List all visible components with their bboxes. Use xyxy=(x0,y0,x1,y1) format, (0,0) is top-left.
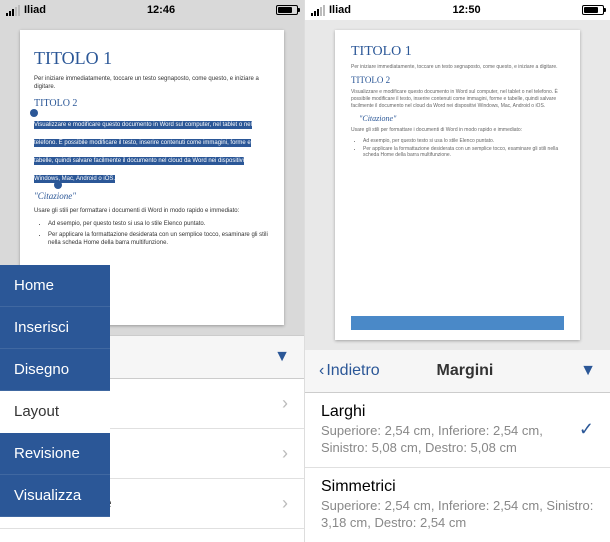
selection-handle-start[interactable] xyxy=(30,109,38,117)
selection-handle-end[interactable] xyxy=(54,181,62,189)
signal-icon xyxy=(6,5,20,16)
status-bar: Iliad 12:50 xyxy=(305,0,610,20)
ribbon-tab-menu: Home Inserisci Disegno Layout Revisione … xyxy=(0,265,110,517)
paragraph: Usare gli stili per formattare i documen… xyxy=(351,127,564,134)
battery-icon xyxy=(276,5,298,15)
carrier: Iliad xyxy=(24,4,46,16)
tab-insert[interactable]: Inserisci xyxy=(0,307,110,349)
paragraph: Usare gli stili per formattare i documen… xyxy=(34,207,270,215)
heading-2: TITOLO 2 xyxy=(34,98,270,109)
collapse-panel-icon[interactable]: ▼ xyxy=(274,348,290,366)
margins-option-mirror[interactable]: Simmetrici Superiore: 2,54 cm, Inferiore… xyxy=(305,468,610,542)
list-item: Per applicare la formattazione desiderat… xyxy=(48,232,270,248)
battery-icon xyxy=(582,5,604,15)
paragraph: Per iniziare immediatamente, toccare un … xyxy=(34,75,270,92)
tab-home[interactable]: Home xyxy=(0,265,110,307)
collapse-panel-icon[interactable]: ▼ xyxy=(580,362,596,380)
citation: "Citazione" xyxy=(359,114,564,123)
heading-1: TITOLO 1 xyxy=(34,48,270,69)
list-item: Per applicare la formattazione desiderat… xyxy=(363,146,564,158)
phone-left: Iliad 12:46 TITOLO 1 Per iniziare immedi… xyxy=(0,0,305,542)
panel-row-breaks[interactable]: Interruzioni› xyxy=(0,529,304,542)
panel-header: ‹ Indietro Margini ▼ xyxy=(305,350,610,393)
status-bar: Iliad 12:46 xyxy=(0,0,304,20)
chevron-left-icon: ‹ xyxy=(319,362,324,380)
page-footer-bar xyxy=(351,316,564,330)
margins-option-wide[interactable]: Larghi Superiore: 2,54 cm, Inferiore: 2,… xyxy=(305,393,610,468)
signal-icon xyxy=(311,5,325,16)
tab-draw[interactable]: Disegno xyxy=(0,349,110,391)
carrier: Iliad xyxy=(329,4,351,16)
phone-right: Iliad 12:50 TITOLO 1 Per iniziare immedi… xyxy=(305,0,610,542)
chevron-right-icon: › xyxy=(282,393,288,414)
tab-layout[interactable]: Layout xyxy=(0,391,110,433)
clock: 12:46 xyxy=(147,4,175,16)
chevron-right-icon: › xyxy=(282,443,288,464)
tab-view[interactable]: Visualizza xyxy=(0,475,110,517)
checkmark-icon: ✓ xyxy=(579,419,594,440)
selected-text[interactable]: Visualizzare e modificare questo documen… xyxy=(34,121,252,183)
chevron-right-icon: › xyxy=(282,493,288,514)
heading-1: TITOLO 1 xyxy=(351,44,564,60)
list-item: Ad esempio, per questo testo si usa lo s… xyxy=(48,221,270,229)
paragraph: Visualizzare e modificare questo documen… xyxy=(351,89,564,110)
document-area[interactable]: TITOLO 1 Per iniziare immediatamente, to… xyxy=(305,20,610,350)
heading-2: TITOLO 2 xyxy=(351,75,564,85)
list-item: Ad esempio, per questo testo si usa lo s… xyxy=(363,138,564,144)
clock: 12:50 xyxy=(452,4,480,16)
tab-review[interactable]: Revisione xyxy=(0,433,110,475)
citation: "Citazione" xyxy=(34,191,270,201)
margins-panel: Larghi Superiore: 2,54 cm, Inferiore: 2,… xyxy=(305,393,610,542)
page: TITOLO 1 Per iniziare immediatamente, to… xyxy=(335,30,580,340)
panel-title: Margini xyxy=(350,362,580,380)
paragraph: Per iniziare immediatamente, toccare un … xyxy=(351,64,564,71)
